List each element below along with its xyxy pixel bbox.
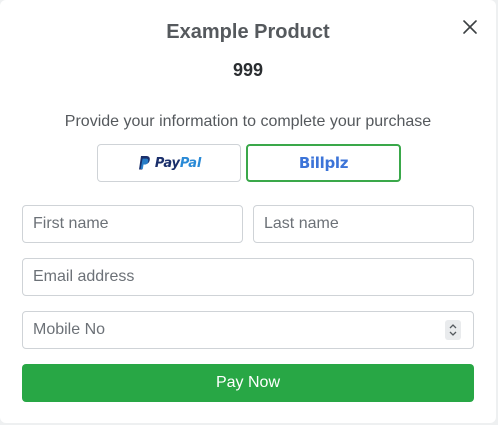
product-price: 999 [232, 60, 264, 80]
email-field[interactable] [22, 258, 474, 296]
billplz-option-button[interactable]: Billplz [246, 144, 401, 182]
paypal-logo-icon [138, 156, 150, 170]
billplz-logo: Billplz [298, 154, 349, 172]
pay-now-button[interactable]: Pay Now [22, 364, 474, 402]
paypal-label: PayPal [154, 155, 202, 171]
info-text: Provide your information to complete you… [64, 113, 432, 130]
last-name-field[interactable] [253, 205, 474, 243]
mobile-field[interactable] [22, 311, 474, 349]
product-title: Example Product [166, 21, 330, 43]
number-stepper-icon[interactable] [445, 320, 461, 340]
paypal-option-button[interactable]: PayPal [97, 144, 241, 182]
first-name-field[interactable] [22, 205, 243, 243]
checkout-modal: Example Product 999 Provide your informa… [0, 0, 496, 423]
paypal-logo: PayPal [137, 155, 201, 171]
